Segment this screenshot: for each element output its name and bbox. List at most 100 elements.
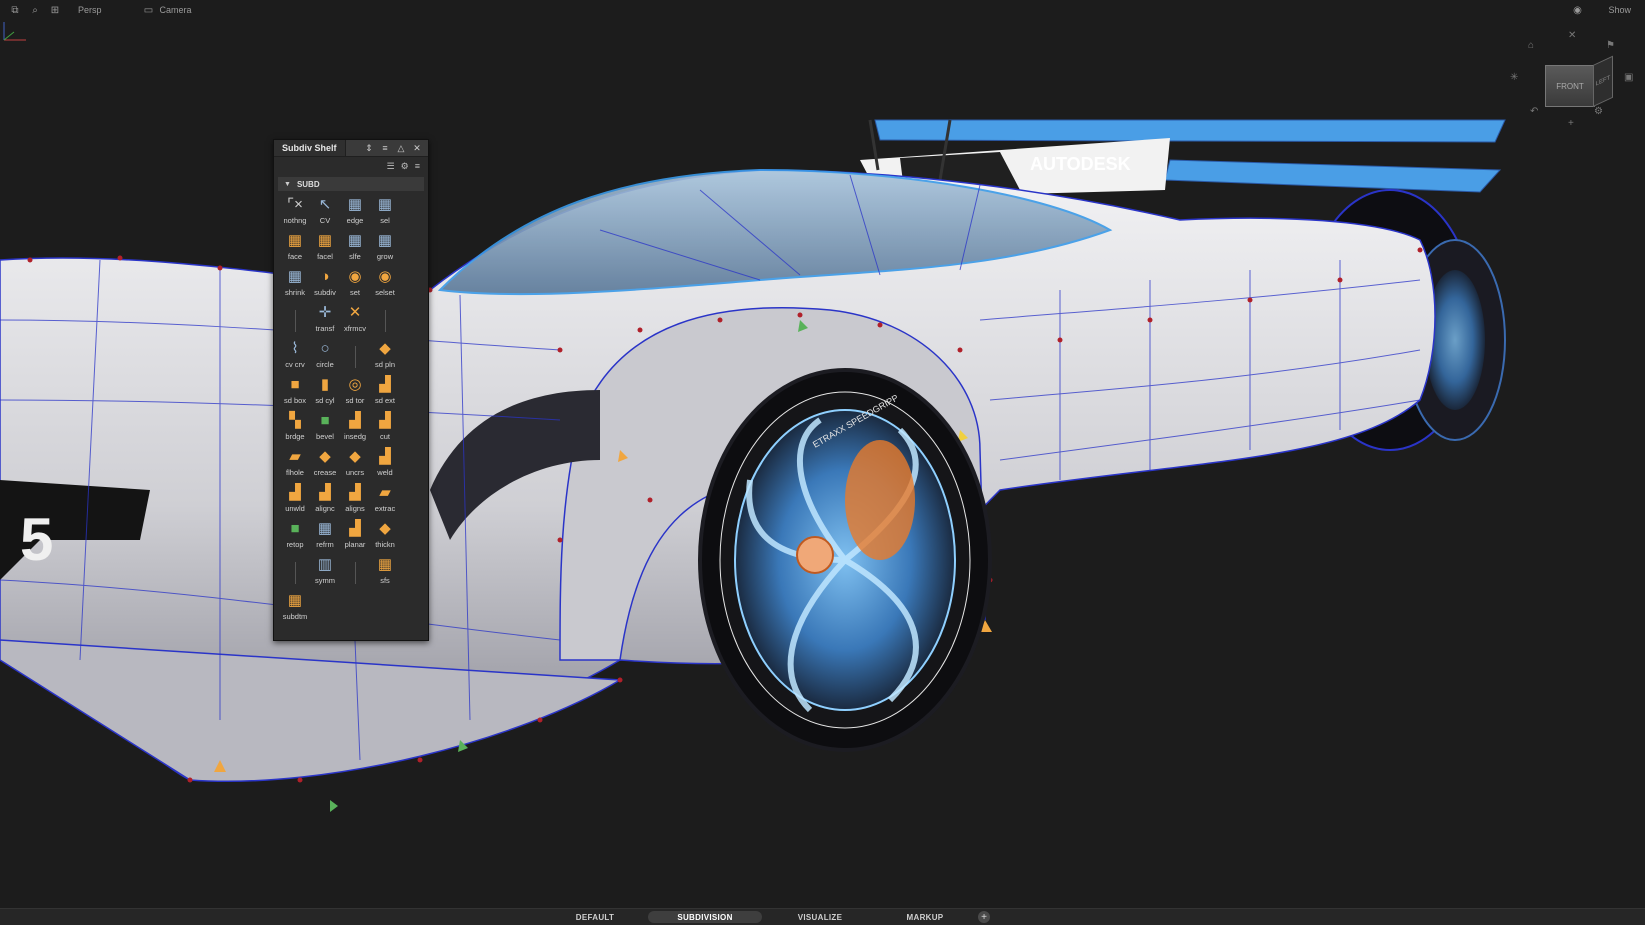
tool-edge[interactable]: ▦ edge [340, 195, 370, 231]
3d-viewport[interactable]: AUTODESK 5 ETRAXX SPEEDGRIPP [0, 20, 1645, 908]
circle-icon: ○ [320, 340, 330, 357]
list-view-icon[interactable]: ☰ [387, 161, 395, 172]
tool-bevel[interactable]: ■ bevel [310, 411, 340, 447]
tool-insedg[interactable]: ▟ insedg [340, 411, 370, 447]
tool-label: thickn [375, 540, 395, 549]
tool-label: unwld [285, 504, 305, 513]
tool-selset[interactable]: ◉ selset [370, 267, 400, 303]
tool-sd-ext[interactable]: ▟ sd ext [370, 375, 400, 411]
tool-sd-tor[interactable]: ◎ sd tor [340, 375, 370, 411]
sd-plane-icon: ◆ [379, 340, 391, 357]
menu-icon[interactable]: ≡ [415, 161, 420, 171]
tool-sfs[interactable]: ▦ sfs [370, 555, 400, 591]
tool-brdge[interactable]: ▚ brdge [280, 411, 310, 447]
tool-sd-cyl[interactable]: ▮ sd cyl [310, 375, 340, 411]
tool-label: transf [315, 324, 335, 333]
tool-extrac[interactable]: ▰ extrac [370, 483, 400, 519]
pin-icon[interactable]: ✕ [1568, 30, 1576, 41]
tool-sd-pln[interactable]: ◆ sd pln [370, 339, 400, 375]
tool-unwld[interactable]: ▟ unwld [280, 483, 310, 519]
view-cube[interactable]: ⌂ ✕ ⚑ ✳ ▣ ↶ ⚙ + FRONT LEFT [1500, 30, 1640, 140]
search-icon[interactable]: ⌕ [28, 3, 42, 17]
tab-visualize[interactable]: VISUALIZE [784, 911, 856, 923]
tool-planar[interactable]: ▟ planar [340, 519, 370, 555]
extract-icon: ▰ [379, 484, 391, 501]
tool-face[interactable]: ▦ face [280, 231, 310, 267]
collapse-icon[interactable]: △ [396, 143, 406, 154]
select-icon: ▦ [377, 196, 393, 213]
thicken-icon: ◆ [379, 520, 391, 537]
tool-cv-crv[interactable]: ⌇ cv crv [280, 339, 310, 375]
grid-icon[interactable]: ⊞ [48, 3, 62, 17]
close-icon[interactable]: ✕ [412, 143, 422, 154]
viewport-toolbar: ⧉ ⌕ ⊞ Persp ▭ Camera ◉ Show [0, 0, 1645, 20]
tool-label: subdtm [282, 612, 308, 621]
shelf-separator [340, 555, 370, 591]
tool-symm[interactable]: ▥ symm [310, 555, 340, 591]
tool-subdtm[interactable]: ▦ subdtm [280, 591, 310, 627]
cut-icon: ▟ [379, 412, 391, 429]
settings-icon[interactable]: ⚙ [1594, 106, 1603, 117]
bevel-icon: ■ [320, 412, 330, 429]
view-cube-left[interactable]: LEFT [1593, 55, 1613, 107]
view-selector[interactable]: Persp [78, 5, 102, 15]
shelf-separator [370, 303, 400, 339]
tool-label: crease [313, 468, 337, 477]
sfs-icon: ▦ [377, 556, 393, 573]
tool-retop[interactable]: ■ retop [280, 519, 310, 555]
tool-refrm[interactable]: ▦ refrm [310, 519, 340, 555]
tool-aligns[interactable]: ▟ aligns [340, 483, 370, 519]
updown-icon[interactable]: ⇕ [364, 143, 374, 154]
tool-thickn[interactable]: ◆ thickn [370, 519, 400, 555]
tool-crease[interactable]: ◆ crease [310, 447, 340, 483]
tool-label: brdge [285, 432, 305, 441]
tool-grow[interactable]: ▦ grow [370, 231, 400, 267]
tool-label: weld [377, 468, 393, 477]
shelf-title-bar[interactable]: Subdiv Shelf ⇕ ≡ △ ✕ [274, 140, 428, 157]
add-tab-button[interactable]: + [978, 911, 990, 923]
tab-default[interactable]: DEFAULT [560, 911, 630, 923]
view-cube-front[interactable]: FRONT [1545, 65, 1595, 107]
tool-uncrs[interactable]: ◆ uncrs [340, 447, 370, 483]
shelf-separator [340, 339, 370, 375]
window-icon[interactable]: ⧉ [8, 3, 22, 17]
tool-facel[interactable]: ▦ facel [310, 231, 340, 267]
tool-transf[interactable]: ✛ transf [310, 303, 340, 339]
add-icon[interactable]: + [1568, 118, 1574, 129]
tool-flhole[interactable]: ▰ flhole [280, 447, 310, 483]
camera-switch-icon[interactable]: ▣ [1624, 72, 1633, 83]
tool-CV[interactable]: ↖ CV [310, 195, 340, 231]
tool-circle[interactable]: ○ circle [310, 339, 340, 375]
list-icon[interactable]: ≡ [380, 143, 390, 154]
tool-xfrmcv[interactable]: ✕ xfrmcv [340, 303, 370, 339]
tool-label: slfe [349, 252, 361, 261]
tool-nothng[interactable]: ⌜× nothng [280, 195, 310, 231]
shelf-title[interactable]: Subdiv Shelf [274, 140, 346, 156]
bookmark-icon[interactable]: ⚑ [1606, 40, 1615, 51]
section-subd[interactable]: ▼ SUBD [278, 177, 424, 191]
face-loop-icon: ▦ [317, 232, 333, 249]
camera-selector[interactable]: ▭ Camera [142, 3, 192, 17]
subdiv-icon: ◑ [320, 268, 330, 285]
tool-sel[interactable]: ▦ sel [370, 195, 400, 231]
tool-shrink[interactable]: ▦ shrink [280, 267, 310, 303]
tool-cut[interactable]: ▟ cut [370, 411, 400, 447]
rotate-icon[interactable]: ↶ [1530, 106, 1538, 117]
tool-slfe[interactable]: ▦ slfe [340, 231, 370, 267]
tool-subdiv[interactable]: ◑ subdiv [310, 267, 340, 303]
tool-label: bevel [316, 432, 334, 441]
tab-subdivision[interactable]: SUBDIVISION [648, 911, 762, 923]
orbit-left-icon[interactable]: ✳ [1510, 72, 1518, 83]
cv-pick-icon: ↖ [318, 196, 332, 213]
home-icon[interactable]: ⌂ [1528, 40, 1534, 51]
show-menu[interactable]: Show [1608, 5, 1631, 15]
tool-alignc[interactable]: ▟ alignc [310, 483, 340, 519]
retopo-icon: ■ [290, 520, 300, 537]
camera-icon: ▭ [143, 4, 154, 16]
eye-icon[interactable]: ◉ [1570, 3, 1584, 17]
gear-icon[interactable]: ⚙ [401, 161, 409, 172]
tool-sd-box[interactable]: ■ sd box [280, 375, 310, 411]
tab-markup[interactable]: MARKUP [890, 911, 960, 923]
tool-set[interactable]: ◉ set [340, 267, 370, 303]
tool-weld[interactable]: ▟ weld [370, 447, 400, 483]
